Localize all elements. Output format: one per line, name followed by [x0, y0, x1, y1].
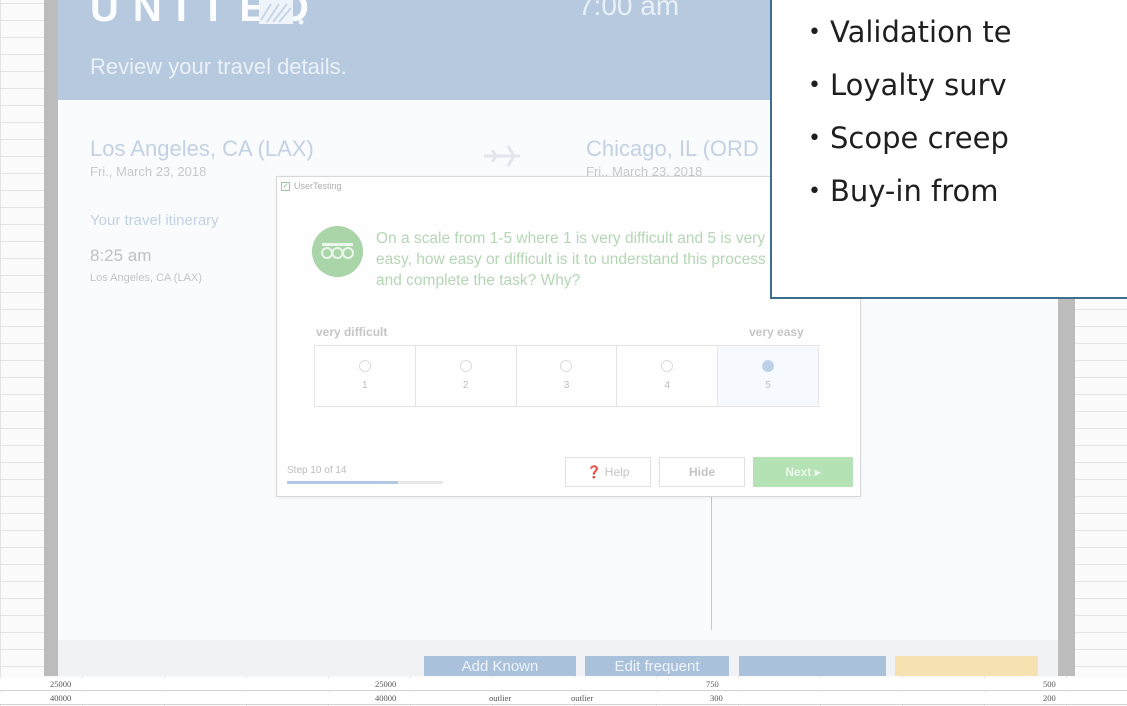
- scale-high-label: very easy: [749, 325, 804, 339]
- option-label: 3: [563, 380, 570, 391]
- rating-option-2[interactable]: 2: [416, 346, 517, 406]
- callout-item-text: Scope creep: [830, 121, 1009, 155]
- bullet-icon: •: [808, 126, 821, 151]
- edit-frequent-flyer-button[interactable]: Edit frequent: [585, 656, 729, 676]
- slide-callout-box: • Validation te • Loyalty surv • Scope cree…: [770, 0, 1127, 299]
- itinerary-heading: Your travel itinerary: [90, 212, 219, 229]
- sheet-cell: 300: [710, 693, 723, 703]
- header-time: 7:00 am: [578, 0, 680, 21]
- callout-item: • Buy-in from: [808, 165, 1012, 218]
- destination-city: Chicago, IL (ORD: [586, 136, 759, 161]
- step-progress-bar: [287, 481, 443, 484]
- sheet-cell: 25000: [375, 679, 397, 689]
- bullet-icon: •: [808, 73, 821, 98]
- bot-avatar-icon: [312, 226, 363, 277]
- continue-button[interactable]: [895, 656, 1038, 676]
- option-label: 5: [765, 380, 771, 391]
- bullet-icon: •: [808, 179, 821, 204]
- rating-option-4[interactable]: 4: [617, 346, 719, 406]
- checkbox-logo-icon: ✓: [281, 182, 290, 191]
- bottom-action-button[interactable]: [739, 656, 886, 676]
- page-subtitle: Review your travel details.: [90, 54, 347, 79]
- rating-scale: 1 2 3 4 5: [314, 345, 819, 407]
- radio-icon: [661, 360, 674, 372]
- radio-selected-icon: [762, 360, 775, 372]
- sheet-cell: 40000: [375, 693, 397, 703]
- callout-item-text: Loyalty surv: [830, 68, 1007, 102]
- option-label: 4: [664, 380, 671, 391]
- sheet-cell: 25000: [50, 679, 72, 689]
- help-icon: ❓: [586, 465, 602, 479]
- sheet-cell: outlier: [489, 693, 512, 703]
- callout-item: • Validation te: [808, 6, 1012, 59]
- bullet-icon: •: [808, 20, 821, 45]
- left-border: [44, 0, 58, 676]
- spreadsheet-row: 40000 40000 outlier outlier 300 200: [0, 692, 1127, 705]
- option-label: 1: [362, 380, 368, 391]
- radio-icon: [560, 360, 573, 372]
- airplane-icon: [484, 145, 520, 167]
- spreadsheet-row: 25000 25000 750 500: [0, 678, 1127, 691]
- next-button[interactable]: Next ▸: [753, 457, 853, 487]
- help-button[interactable]: ❓ Help: [565, 457, 651, 487]
- globe-logo-icon: [259, 0, 304, 25]
- origin-city: Los Angeles, CA (LAX): [90, 136, 314, 161]
- rating-option-3[interactable]: 3: [517, 346, 618, 406]
- dialog-title: UserTesting: [294, 181, 342, 191]
- callout-item-text: Validation te: [830, 15, 1012, 49]
- origin-date: Fri., March 23, 2018: [90, 164, 207, 179]
- sheet-cell: 200: [1043, 693, 1056, 703]
- departure-time: 8:25 am: [90, 246, 152, 265]
- sheet-cell: 40000: [50, 693, 72, 703]
- rating-option-1[interactable]: 1: [315, 346, 416, 406]
- hide-button[interactable]: Hide: [659, 457, 745, 487]
- survey-question: On a scale from 1-5 where 1 is very diff…: [376, 230, 766, 289]
- sheet-cell: 500: [1043, 679, 1056, 689]
- vertical-divider: [711, 495, 712, 630]
- progress-fill: [287, 481, 399, 484]
- callout-item: • Scope creep: [808, 112, 1012, 165]
- sheet-cell: 750: [706, 679, 719, 689]
- scale-low-label: very difficult: [316, 325, 388, 339]
- option-label: 2: [462, 380, 469, 391]
- add-known-traveler-button[interactable]: Add Known: [424, 656, 576, 676]
- rating-option-5[interactable]: 5: [718, 346, 818, 406]
- callout-item-text: Buy-in from: [830, 174, 999, 208]
- step-counter: Step 10 of 14: [287, 465, 347, 476]
- departure-airport: Los Angeles, CA (LAX): [90, 272, 202, 284]
- help-label: Help: [604, 465, 630, 479]
- sheet-cell: outlier: [571, 693, 594, 703]
- radio-icon: [459, 360, 472, 372]
- callout-item: • Loyalty surv: [808, 59, 1012, 112]
- radio-icon: [358, 360, 371, 372]
